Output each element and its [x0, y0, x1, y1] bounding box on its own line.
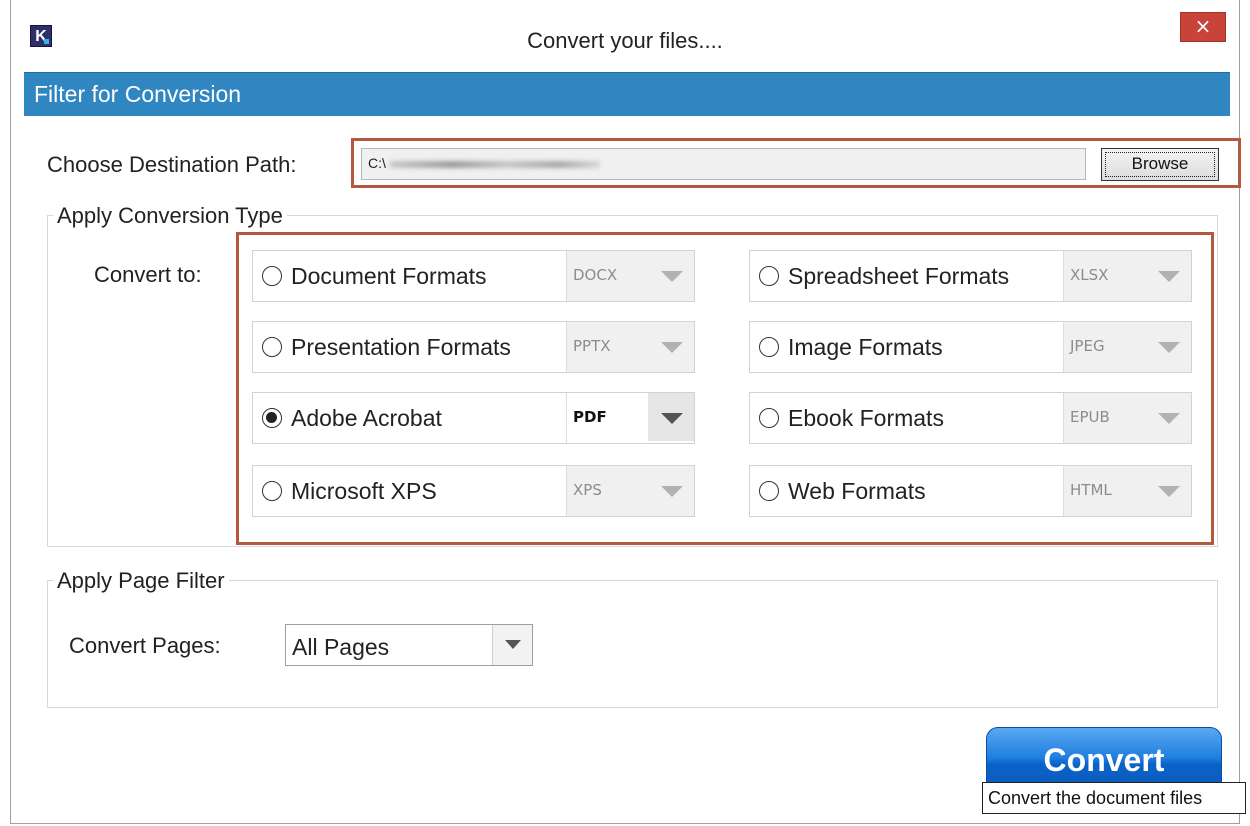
- chevron-down-icon[interactable]: [648, 393, 694, 441]
- format-value: JPEG: [1070, 337, 1105, 355]
- page-filter-group: [47, 580, 1218, 708]
- option-label: Presentation Formats: [291, 334, 511, 360]
- option-label: Web Formats: [788, 478, 926, 504]
- option-presentation-formats[interactable]: Presentation Formats PPTX: [252, 321, 695, 373]
- destination-path-input[interactable]: C:\: [361, 148, 1086, 180]
- chevron-down-icon[interactable]: [648, 466, 694, 514]
- browse-button-label: Browse: [1131, 154, 1189, 173]
- destination-path-label: Choose Destination Path:: [47, 152, 297, 177]
- format-value: XLSX: [1070, 266, 1109, 284]
- format-select-web[interactable]: HTML: [1063, 466, 1191, 516]
- option-document-formats[interactable]: Document Formats DOCX: [252, 250, 695, 302]
- section-header-title: Filter for Conversion: [34, 81, 242, 107]
- convert-dialog: K Convert your files.... × Filter for Co…: [10, 0, 1241, 824]
- option-adobe-acrobat[interactable]: Adobe Acrobat PDF: [252, 392, 695, 444]
- browse-button[interactable]: Browse: [1101, 148, 1219, 181]
- chevron-down-icon[interactable]: [648, 251, 694, 299]
- chevron-down-icon[interactable]: [1145, 322, 1191, 370]
- chevron-down-icon[interactable]: [648, 322, 694, 370]
- format-value: HTML: [1070, 481, 1112, 499]
- format-value: PDF: [573, 408, 607, 426]
- option-spreadsheet-formats[interactable]: Spreadsheet Formats XLSX: [749, 250, 1192, 302]
- format-select-presentation[interactable]: PPTX: [566, 322, 694, 372]
- radio-adobe-acrobat[interactable]: [262, 408, 282, 428]
- format-select-image[interactable]: JPEG: [1063, 322, 1191, 372]
- chevron-down-icon[interactable]: [1145, 393, 1191, 441]
- radio-document-formats[interactable]: [262, 266, 282, 286]
- radio-image-formats[interactable]: [759, 337, 779, 357]
- section-header: Filter for Conversion: [24, 72, 1230, 116]
- format-value: DOCX: [573, 266, 618, 284]
- radio-ebook-formats[interactable]: [759, 408, 779, 428]
- format-value: EPUB: [1070, 408, 1110, 426]
- blurred-path-text: [389, 160, 600, 168]
- convert-pages-select[interactable]: All Pages: [285, 624, 533, 666]
- destination-path-value: C:\: [368, 155, 386, 171]
- chevron-down-icon[interactable]: [1145, 251, 1191, 299]
- format-value: PPTX: [573, 337, 611, 355]
- option-ebook-formats[interactable]: Ebook Formats EPUB: [749, 392, 1192, 444]
- format-select-spreadsheet[interactable]: XLSX: [1063, 251, 1191, 301]
- option-label: Document Formats: [291, 263, 487, 289]
- close-button[interactable]: ×: [1180, 12, 1226, 42]
- option-web-formats[interactable]: Web Formats HTML: [749, 465, 1192, 517]
- chevron-down-icon[interactable]: [1145, 466, 1191, 514]
- format-select-acrobat[interactable]: PDF: [566, 393, 694, 443]
- option-microsoft-xps[interactable]: Microsoft XPS XPS: [252, 465, 695, 517]
- option-label: Spreadsheet Formats: [788, 263, 1010, 289]
- title-bar: K Convert your files.... ×: [11, 0, 1239, 72]
- option-label: Ebook Formats: [788, 405, 944, 431]
- radio-microsoft-xps[interactable]: [262, 481, 282, 501]
- radio-spreadsheet-formats[interactable]: [759, 266, 779, 286]
- radio-presentation-formats[interactable]: [262, 337, 282, 357]
- option-image-formats[interactable]: Image Formats JPEG: [749, 321, 1192, 373]
- convert-to-label: Convert to:: [94, 262, 202, 287]
- close-icon: ×: [1194, 14, 1212, 38]
- page-filter-title: Apply Page Filter: [53, 568, 229, 594]
- format-select-xps[interactable]: XPS: [566, 466, 694, 516]
- option-label: Microsoft XPS: [291, 478, 437, 504]
- conversion-type-title: Apply Conversion Type: [53, 203, 287, 229]
- format-select-document[interactable]: DOCX: [566, 251, 694, 301]
- radio-web-formats[interactable]: [759, 481, 779, 501]
- window-title: Convert your files....: [527, 28, 723, 53]
- option-label: Adobe Acrobat: [291, 405, 442, 431]
- convert-button-label: Convert: [1043, 742, 1165, 778]
- convert-tooltip: Convert the document files: [982, 782, 1246, 814]
- format-value: XPS: [573, 481, 602, 499]
- option-label: Image Formats: [788, 334, 943, 360]
- chevron-down-icon[interactable]: [492, 625, 532, 665]
- convert-pages-label: Convert Pages:: [69, 633, 221, 658]
- format-select-ebook[interactable]: EPUB: [1063, 393, 1191, 443]
- convert-pages-value: All Pages: [292, 634, 390, 660]
